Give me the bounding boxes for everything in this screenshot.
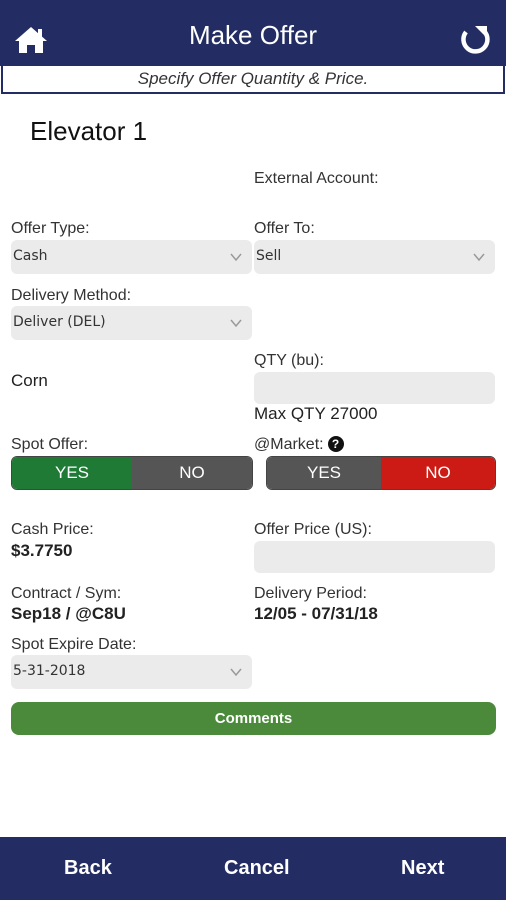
commodity-text: Corn [11, 371, 48, 390]
offer-price-input[interactable] [254, 541, 495, 573]
chevron-down-icon [230, 319, 242, 328]
refresh-icon[interactable] [458, 25, 492, 57]
comments-button[interactable]: Comments [11, 702, 496, 735]
cash-price-value: $3.7750 [11, 541, 73, 560]
delivery-method-label: Delivery Method: [11, 287, 132, 304]
at-market-yes-button[interactable]: YES [267, 457, 381, 489]
question-circle-icon[interactable]: ? [327, 436, 344, 452]
offer-to-select[interactable]: Sell [254, 240, 495, 274]
offer-type-select[interactable]: Cash [11, 240, 252, 274]
spot-offer-no-button[interactable]: NO [132, 457, 252, 489]
offer-to-label: Offer To: [254, 220, 315, 237]
contract-label: Contract / Sym: [11, 585, 122, 602]
chevron-down-icon [230, 253, 242, 262]
cash-price-label: Cash Price: [11, 521, 94, 538]
max-qty-text: Max QTY 27000 [254, 404, 378, 423]
chevron-down-icon [473, 253, 485, 262]
at-market-label-wrap: @Market:? [254, 436, 344, 454]
offer-type-label: Offer Type: [11, 220, 90, 237]
spot-expire-value: 5-31-2018 [13, 663, 86, 679]
spot-offer-yes-button[interactable]: YES [12, 457, 132, 489]
delivery-period-label: Delivery Period: [254, 585, 367, 602]
footer-bar: Back Cancel Next [0, 837, 506, 900]
delivery-method-value: Deliver (DEL) [13, 314, 106, 330]
back-button[interactable]: Back [64, 857, 112, 880]
app-header: Make Offer [0, 0, 506, 66]
at-market-no-button[interactable]: NO [381, 457, 495, 489]
offer-to-value: Sell [256, 248, 282, 264]
qty-input[interactable] [254, 372, 495, 404]
delivery-period-value: 12/05 - 07/31/18 [254, 604, 378, 623]
page-title: Elevator 1 [30, 116, 148, 146]
at-market-label: @Market: [254, 436, 324, 453]
spot-expire-select[interactable]: 5-31-2018 [11, 655, 252, 689]
page-header-title: Make Offer [188, 20, 318, 50]
spot-offer-toggle[interactable]: YES NO [11, 456, 253, 490]
next-button[interactable]: Next [401, 857, 444, 880]
spot-offer-label: Spot Offer: [11, 436, 89, 453]
spot-expire-label: Spot Expire Date: [11, 636, 137, 653]
external-account-label: External Account: [254, 170, 379, 187]
at-market-toggle[interactable]: YES NO [266, 456, 496, 490]
chevron-down-icon [230, 668, 242, 677]
qty-label: QTY (bu): [254, 352, 324, 369]
cancel-button[interactable]: Cancel [224, 857, 290, 880]
delivery-method-select[interactable]: Deliver (DEL) [11, 306, 252, 340]
contract-value: Sep18 / @C8U [11, 604, 126, 623]
subtitle-bar: Specify Offer Quantity & Price. [1, 64, 505, 94]
offer-price-label: Offer Price (US): [254, 521, 372, 538]
offer-type-value: Cash [13, 248, 48, 264]
